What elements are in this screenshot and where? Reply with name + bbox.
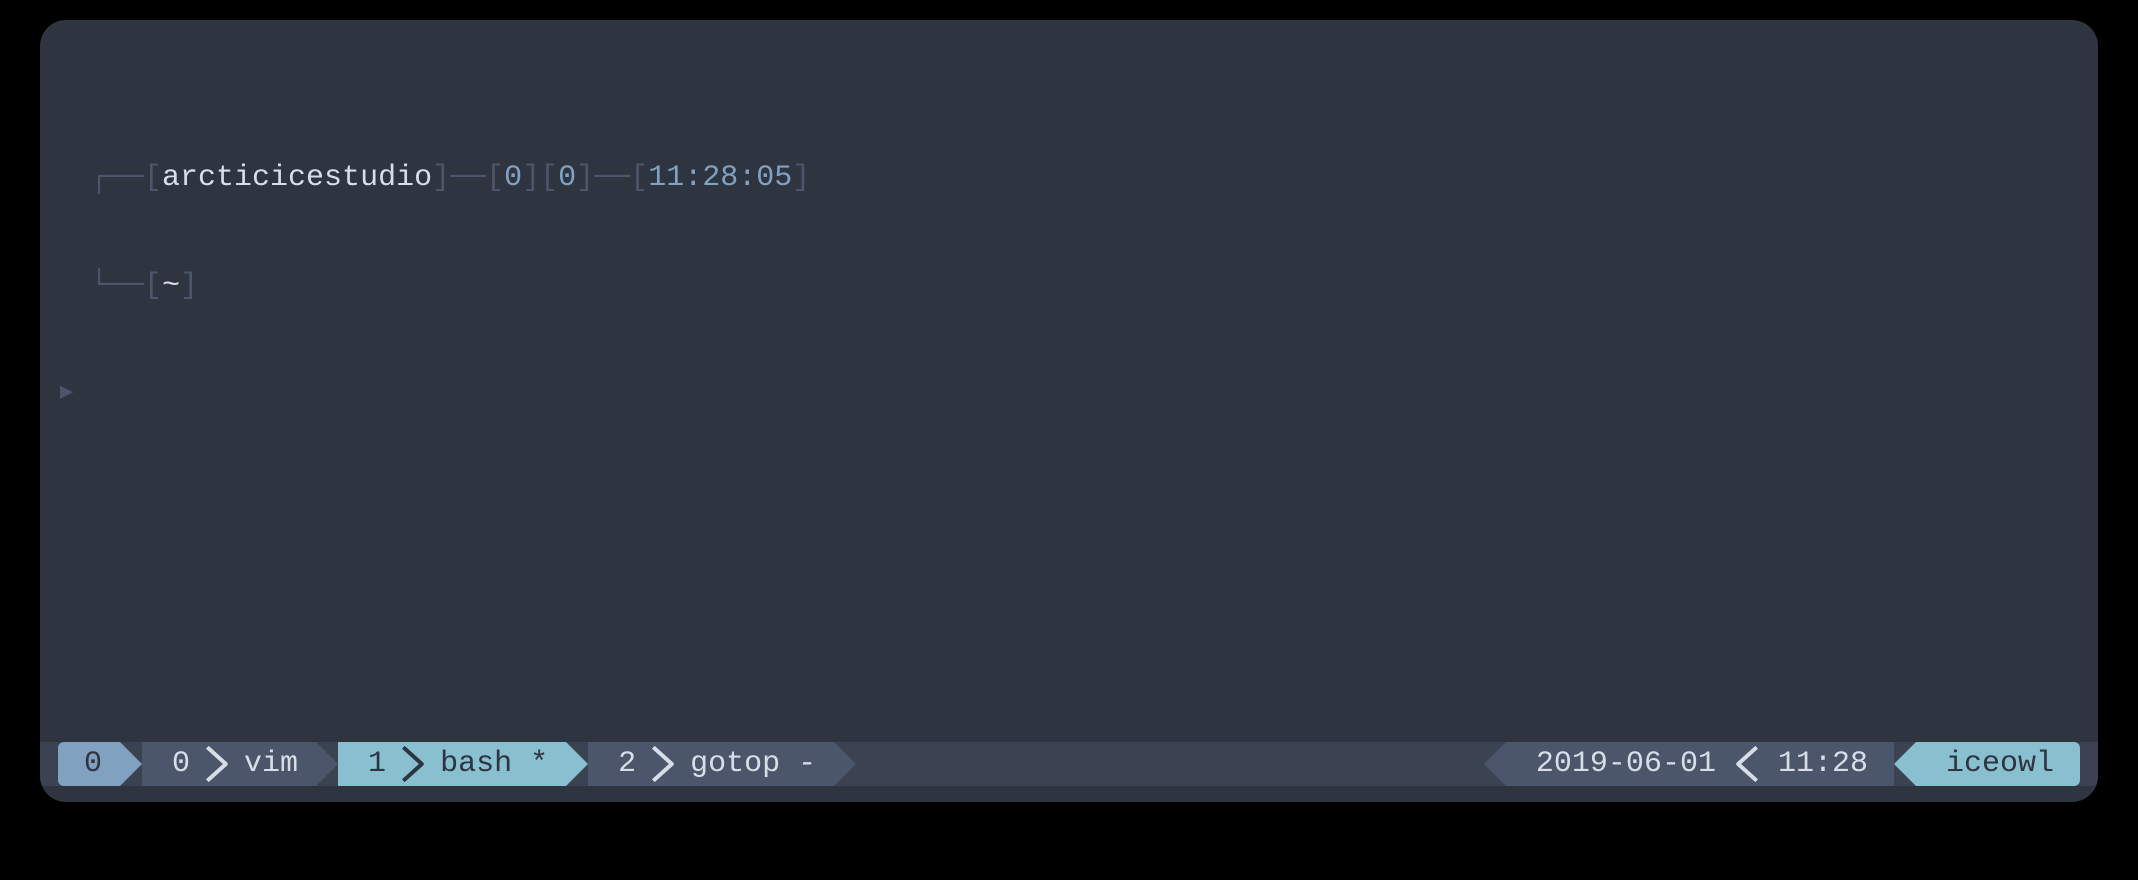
terminal-window: ┌──[arcticicestudio]──[0][0]──[11:28:05]…: [40, 20, 2098, 802]
prompt-exit-code: 0: [504, 161, 522, 195]
tmux-date-segment: 2019-06-01 11:28: [1506, 742, 1894, 786]
prompt-time: 11:28:05: [648, 161, 792, 195]
prompt-line-3[interactable]: ▶: [90, 376, 2048, 412]
tmux-status-bar: 0 0 vim 1 bash * 2 gotop - 2019-06-01: [40, 742, 2098, 786]
tmux-window-2[interactable]: 2 gotop -: [588, 742, 834, 786]
tmux-window-index: 0: [172, 742, 190, 786]
tmux-window-name: vim: [244, 742, 298, 786]
tmux-date: 2019-06-01: [1536, 742, 1716, 786]
tmux-status-right: 2019-06-01 11:28 iceowl: [1506, 742, 2080, 786]
tmux-session-segment[interactable]: 0: [58, 742, 120, 786]
chevron-right-icon: [652, 742, 674, 786]
prompt-cwd: ~: [162, 269, 180, 303]
terminal-output[interactable]: ┌──[arcticicestudio]──[0][0]──[11:28:05]…: [40, 20, 2098, 802]
chevron-right-icon: [206, 742, 228, 786]
chevron-left-icon: [1736, 742, 1758, 786]
tmux-host-segment: iceowl: [1916, 742, 2080, 786]
tmux-window-index: 2: [618, 742, 636, 786]
prompt-line-1: ┌──[arcticicestudio]──[0][0]──[11:28:05]: [90, 160, 2048, 196]
tmux-window-0[interactable]: 0 vim: [142, 742, 316, 786]
tmux-window-name: gotop: [690, 742, 780, 786]
tmux-window-name: bash: [440, 742, 512, 786]
tmux-window-1-current[interactable]: 1 bash *: [338, 742, 566, 786]
prompt-char-icon: ▶: [60, 380, 73, 406]
prompt-jobs: 0: [558, 161, 576, 195]
tmux-window-flag: *: [512, 742, 548, 786]
prompt-line-2: └──[~]: [90, 268, 2048, 304]
tmux-window-index: 1: [368, 742, 386, 786]
tmux-hostname: iceowl: [1946, 742, 2054, 786]
tmux-session-name: 0: [84, 742, 102, 786]
tmux-clock: 11:28: [1778, 742, 1868, 786]
chevron-right-icon: [402, 742, 424, 786]
tmux-window-flag: -: [780, 742, 816, 786]
prompt-user: arcticicestudio: [162, 161, 432, 195]
